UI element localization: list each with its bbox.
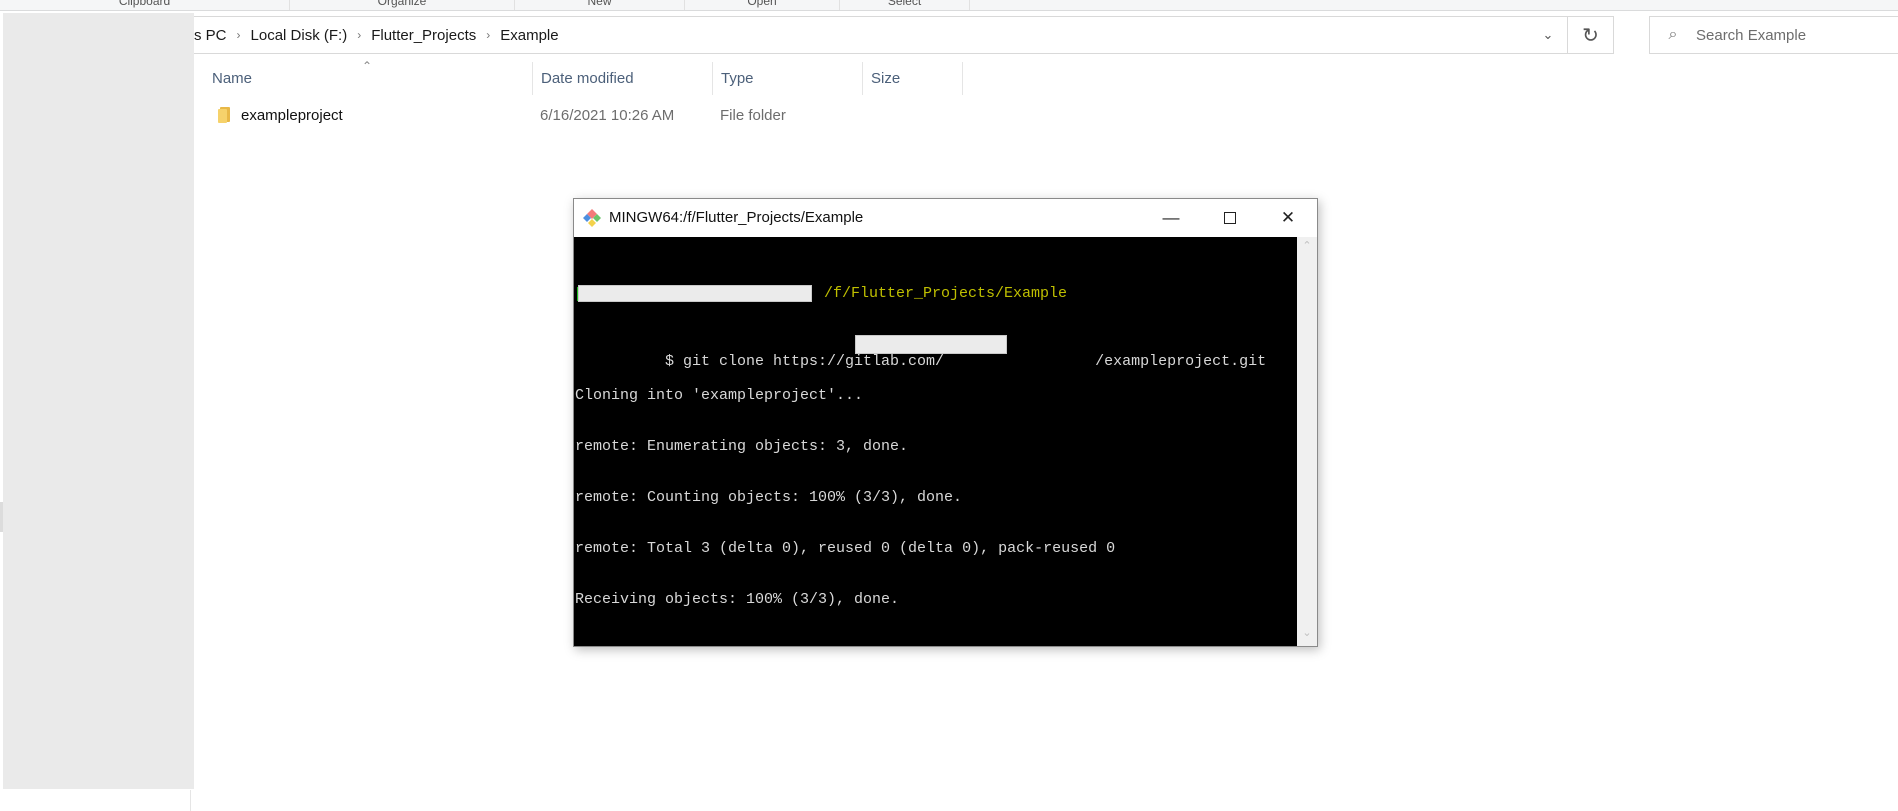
file-date-modified: 6/16/2021 10:26 AM — [540, 107, 675, 124]
column-header-date-modified[interactable]: Date modified — [533, 62, 713, 95]
chevron-down-icon: ⌄ — [1542, 27, 1554, 42]
desktop-screen: Clipboard Organize New Open Select s PC … — [0, 0, 1898, 811]
breadcrumb: s PC › Local Disk (F:) › Flutter_Project… — [194, 17, 565, 53]
search-box[interactable]: ⌕ — [1649, 16, 1898, 54]
column-header-size[interactable]: Size — [863, 62, 963, 95]
terminal-output-line: remote: Counting objects: 100% (3/3), do… — [575, 489, 963, 506]
column-divider[interactable] — [962, 62, 963, 95]
chevron-right-icon[interactable]: › — [353, 28, 365, 42]
redacted-user-host — [578, 285, 812, 302]
redacted-repo-owner — [855, 335, 1007, 354]
minimize-icon: — — [1162, 208, 1180, 227]
refresh-icon: ↻ — [1582, 24, 1599, 47]
maximize-icon — [1224, 212, 1236, 224]
search-icon: ⌕ — [1668, 26, 1678, 43]
terminal-prompt-line: /f/Flutter_Projects/Example — [575, 285, 1266, 302]
ribbon-group-select: Select — [840, 0, 970, 10]
breadcrumb-this-pc[interactable]: s PC — [194, 27, 233, 44]
terminal-output-line: remote: Enumerating objects: 3, done. — [575, 438, 909, 455]
column-header-type[interactable]: Type — [713, 62, 863, 95]
file-name[interactable]: exampleproject — [241, 107, 343, 124]
breadcrumb-local-disk[interactable]: Local Disk (F:) — [245, 27, 354, 44]
terminal-command-line: $ git clone https://gitlab.com/ /examplep… — [575, 335, 1266, 370]
address-history-dropdown[interactable]: ⌄ — [1530, 17, 1566, 53]
minimize-button[interactable]: — — [1142, 199, 1200, 237]
terminal-output-line: remote: Total 3 (delta 0), reused 0 (del… — [575, 540, 1116, 557]
terminal-title-bar[interactable]: MINGW64:/f/Flutter_Projects/Example — ✕ — [574, 199, 1317, 237]
ribbon-group-new: New — [515, 0, 685, 10]
navigation-pane[interactable] — [3, 13, 194, 789]
scroll-down-icon[interactable]: ⌄ — [1297, 626, 1317, 644]
close-button[interactable]: ✕ — [1259, 199, 1317, 237]
prompt-path: /f/Flutter_Projects/Example — [824, 285, 1068, 302]
ribbon-group-open: Open — [685, 0, 840, 10]
ribbon-group-labels: Clipboard Organize New Open Select — [0, 0, 1898, 11]
breadcrumb-example[interactable]: Example — [494, 27, 564, 44]
scroll-up-icon[interactable]: ⌃ — [1297, 239, 1317, 257]
file-row[interactable]: exampleproject 6/16/2021 10:26 AM File f… — [194, 104, 994, 128]
ribbon-group-clipboard: Clipboard — [0, 0, 290, 10]
divider — [190, 790, 191, 811]
git-icon — [583, 209, 601, 227]
ribbon-group-organize: Organize — [290, 0, 515, 10]
navigation-pane-resize-handle[interactable] — [0, 502, 3, 532]
maximize-button[interactable] — [1201, 199, 1259, 237]
column-header-name[interactable]: Name — [204, 62, 532, 95]
close-icon: ✕ — [1280, 208, 1296, 227]
terminal-title: MINGW64:/f/Flutter_Projects/Example — [609, 209, 864, 226]
command-prefix: $ git clone https://gitlab.com/ — [665, 353, 945, 370]
terminal-output-line: Receiving objects: 100% (3/3), done. — [575, 591, 900, 608]
command-suffix: /exampleproject.git — [1095, 353, 1267, 370]
column-headers: ⌃ Name Date modified Type Size — [194, 59, 1194, 95]
terminal-output-area[interactable]: /f/Flutter_Projects/Example $ git clone … — [574, 237, 1297, 646]
refresh-button[interactable]: ↻ — [1567, 17, 1613, 53]
search-input[interactable] — [1696, 26, 1896, 44]
breadcrumb-flutter-projects[interactable]: Flutter_Projects — [365, 27, 482, 44]
terminal-scrollbar[interactable]: ⌃ ⌄ — [1297, 237, 1317, 646]
folder-icon — [218, 107, 230, 123]
chevron-right-icon[interactable]: › — [482, 28, 494, 42]
terminal-output-line: Cloning into 'exampleproject'... — [575, 387, 864, 404]
file-type: File folder — [720, 107, 786, 124]
git-bash-window[interactable]: MINGW64:/f/Flutter_Projects/Example — ✕ … — [573, 198, 1318, 647]
chevron-right-icon[interactable]: › — [233, 28, 245, 42]
address-bar[interactable]: s PC › Local Disk (F:) › Flutter_Project… — [194, 16, 1614, 54]
